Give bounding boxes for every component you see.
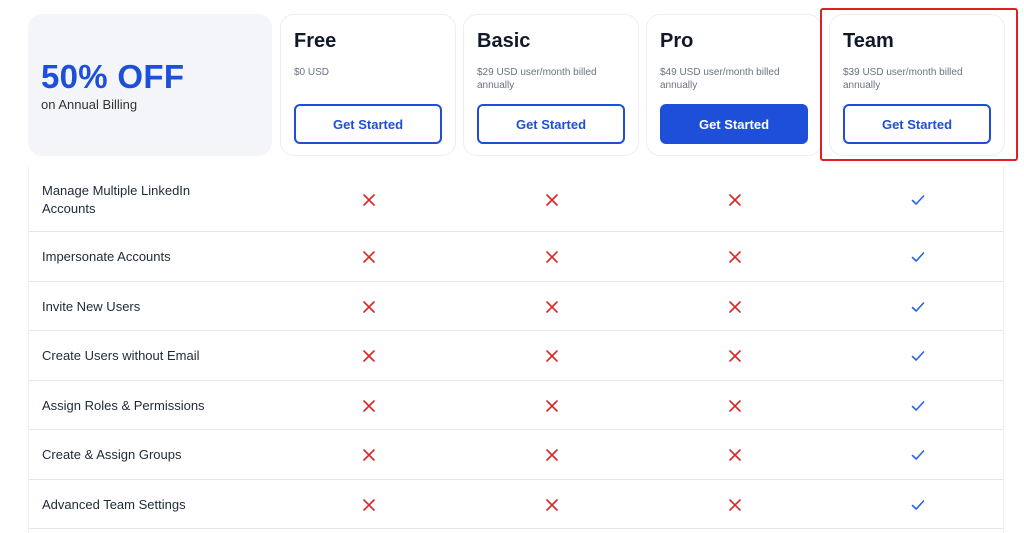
check-icon bbox=[911, 252, 925, 262]
plan-price: $39 USD user/month billed annually bbox=[843, 67, 963, 91]
promo-card: 50% OFF on Annual Billing bbox=[28, 14, 272, 156]
plan-price: $0 USD bbox=[294, 67, 330, 78]
feature-row: Manage Multiple LinkedIn Accounts bbox=[29, 167, 1003, 232]
feature-label: Assign Roles & Permissions bbox=[42, 398, 205, 413]
cross-icon bbox=[729, 400, 741, 412]
cross-icon bbox=[363, 301, 375, 313]
plan-card-pro: Pro $49 USD user/month billed annually G… bbox=[646, 14, 822, 156]
cross-icon bbox=[546, 499, 558, 511]
plan-card-free: Free $0 USD Get Started bbox=[280, 14, 456, 156]
feature-row: Create Users without Email bbox=[29, 331, 1003, 381]
feature-row: Impersonate Accounts bbox=[29, 232, 1003, 282]
feature-row: Create & Assign Groups bbox=[29, 430, 1003, 480]
get-started-button-basic[interactable]: Get Started bbox=[477, 104, 625, 144]
pricing-comparison: 50% OFF on Annual Billing Free $0 USD Ge… bbox=[0, 0, 1024, 533]
cross-icon bbox=[363, 194, 375, 206]
feature-row: Invite New Users bbox=[29, 282, 1003, 331]
promo-subtext: on Annual Billing bbox=[41, 97, 138, 112]
plan-price: $49 USD user/month billed annually bbox=[660, 67, 780, 91]
cross-icon bbox=[729, 251, 741, 263]
cross-icon bbox=[546, 194, 558, 206]
plan-name: Free bbox=[294, 30, 337, 52]
cross-icon bbox=[729, 350, 741, 362]
cross-icon bbox=[729, 449, 741, 461]
feature-label: Impersonate Accounts bbox=[42, 249, 171, 264]
promo-headline: 50% OFF bbox=[41, 58, 185, 95]
cross-icon bbox=[729, 194, 741, 206]
cross-icon bbox=[729, 301, 741, 313]
check-icon bbox=[911, 351, 925, 361]
cross-icon bbox=[546, 449, 558, 461]
cross-icon bbox=[546, 350, 558, 362]
check-icon bbox=[911, 401, 925, 411]
cross-icon bbox=[363, 499, 375, 511]
plan-name: Team bbox=[843, 30, 894, 52]
feature-row: Advanced Team Settings bbox=[29, 480, 1003, 529]
check-icon bbox=[911, 450, 925, 460]
check-icon bbox=[911, 195, 925, 205]
feature-table: Manage Multiple LinkedIn Accounts Imperso… bbox=[28, 167, 1004, 533]
plan-name: Pro bbox=[660, 30, 694, 52]
cross-icon bbox=[729, 499, 741, 511]
cross-icon bbox=[546, 251, 558, 263]
cross-icon bbox=[363, 449, 375, 461]
check-icon bbox=[911, 500, 925, 510]
plan-card-team: Team $39 USD user/month billed annually … bbox=[829, 14, 1005, 156]
get-started-button-team[interactable]: Get Started bbox=[843, 104, 991, 144]
cross-icon bbox=[363, 251, 375, 263]
plan-name: Basic bbox=[477, 30, 531, 52]
plan-price: $29 USD user/month billed annually bbox=[477, 67, 597, 91]
cross-icon bbox=[363, 350, 375, 362]
feature-label: Manage Multiple LinkedIn Accounts bbox=[42, 183, 191, 216]
get-started-button-free[interactable]: Get Started bbox=[294, 104, 442, 144]
feature-label: Advanced Team Settings bbox=[42, 497, 186, 512]
feature-label: Create Users without Email bbox=[42, 348, 200, 363]
get-started-button-pro[interactable]: Get Started bbox=[660, 104, 808, 144]
cross-icon bbox=[546, 400, 558, 412]
plan-card-basic: Basic $29 USD user/month billed annually… bbox=[463, 14, 639, 156]
check-icon bbox=[911, 302, 925, 312]
cross-icon bbox=[363, 400, 375, 412]
feature-row: Assign Roles & Permissions bbox=[29, 381, 1003, 430]
feature-label: Create & Assign Groups bbox=[42, 447, 182, 462]
cross-icon bbox=[546, 301, 558, 313]
feature-label: Invite New Users bbox=[42, 299, 141, 314]
